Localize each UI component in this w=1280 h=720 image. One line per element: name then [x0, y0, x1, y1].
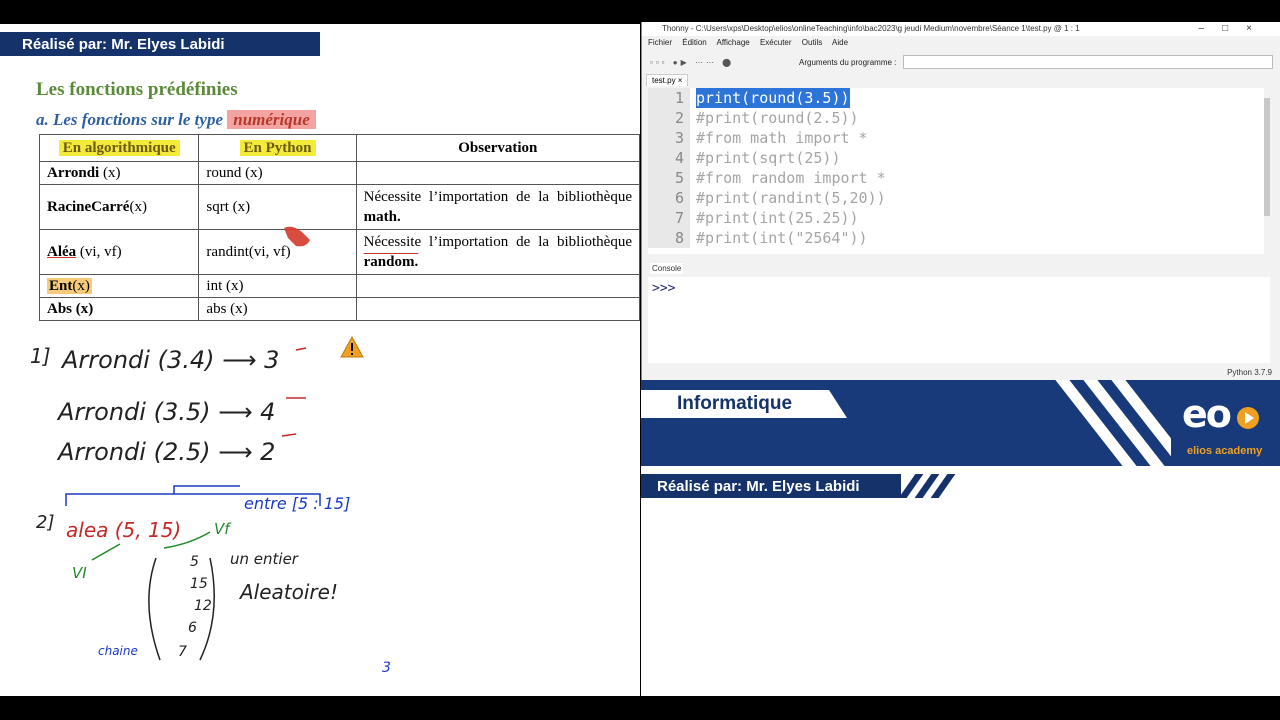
- editor-tabs: test.py ×: [642, 74, 1280, 88]
- document-pane: Réalisé par: Mr. Elyes Labidi Les foncti…: [0, 24, 640, 696]
- subject-text: Informatique: [677, 393, 793, 414]
- elios-logo: eo: [1182, 392, 1232, 436]
- editor-scrollbar[interactable]: [1264, 98, 1270, 216]
- menu-aide[interactable]: Aide: [832, 38, 848, 47]
- brand-banner: Informatique eo elios academy: [641, 380, 1280, 466]
- code-line: 5 #from random import *: [648, 168, 1264, 188]
- window-controls[interactable]: –□×: [1199, 22, 1270, 36]
- bottom-letterbox: [0, 696, 1280, 720]
- code-line: 7 #print(int(25.25)): [648, 208, 1264, 228]
- code-line: 3 #from math import *: [648, 128, 1264, 148]
- menu-fichier[interactable]: Fichier: [648, 38, 672, 47]
- toolbar: ▫▫▫ ●▶ ⋯⋯ ⬤ Arguments du programme :: [642, 50, 1280, 74]
- code-line: 6 #print(randint(5,20)): [648, 188, 1264, 208]
- code-line: 4 #print(sqrt(25)): [648, 148, 1264, 168]
- code-line: 2 #print(round(2.5)): [648, 108, 1264, 128]
- tab-test-py[interactable]: test.py ×: [646, 74, 689, 86]
- console-prompt: >>>: [652, 281, 676, 296]
- right-lower-pane: Réalisé par: Mr. Elyes Labidi: [641, 466, 1280, 696]
- args-input[interactable]: [903, 55, 1273, 69]
- menu-edition[interactable]: Édition: [682, 38, 706, 47]
- selected-code: print(round(3.5)): [696, 88, 850, 108]
- code-editor[interactable]: 1 print(round(3.5)) 2 #print(round(2.5)) 3…: [648, 88, 1264, 254]
- handwriting-strokes: [65, 347, 321, 661]
- menu-affichage[interactable]: Affichage: [717, 38, 750, 47]
- code-line: 1 print(round(3.5)): [648, 88, 1264, 108]
- code-line: 8 #print(int("2564")): [648, 228, 1264, 248]
- author-banner-right: Réalisé par: Mr. Elyes Labidi: [641, 474, 901, 498]
- logo-caption: elios academy: [1187, 445, 1263, 457]
- toolbar-icons[interactable]: ▫▫▫ ●▶ ⋯⋯ ⬤: [650, 58, 734, 67]
- menu-executer[interactable]: Exécuter: [760, 38, 792, 47]
- menu-bar: Fichier Édition Affichage Exécuter Outil…: [642, 36, 1280, 50]
- menu-outils[interactable]: Outils: [802, 38, 822, 47]
- window-titlebar: Thonny - C:\Users\xps\Desktop\elios\onli…: [642, 22, 1280, 36]
- author-text-right: Réalisé par: Mr. Elyes Labidi: [657, 478, 860, 495]
- play-icon: [1237, 407, 1259, 429]
- window-title: Thonny - C:\Users\xps\Desktop\elios\onli…: [662, 24, 1080, 33]
- python-version-status: Python 3.7.9: [1227, 368, 1272, 377]
- console-tab[interactable]: Console: [650, 263, 684, 274]
- thonny-window: Thonny - C:\Users\xps\Desktop\elios\onli…: [641, 22, 1280, 380]
- subject-label: Informatique: [641, 390, 847, 418]
- args-label: Arguments du programme :: [799, 58, 897, 67]
- console-shell[interactable]: >>>: [648, 277, 1270, 363]
